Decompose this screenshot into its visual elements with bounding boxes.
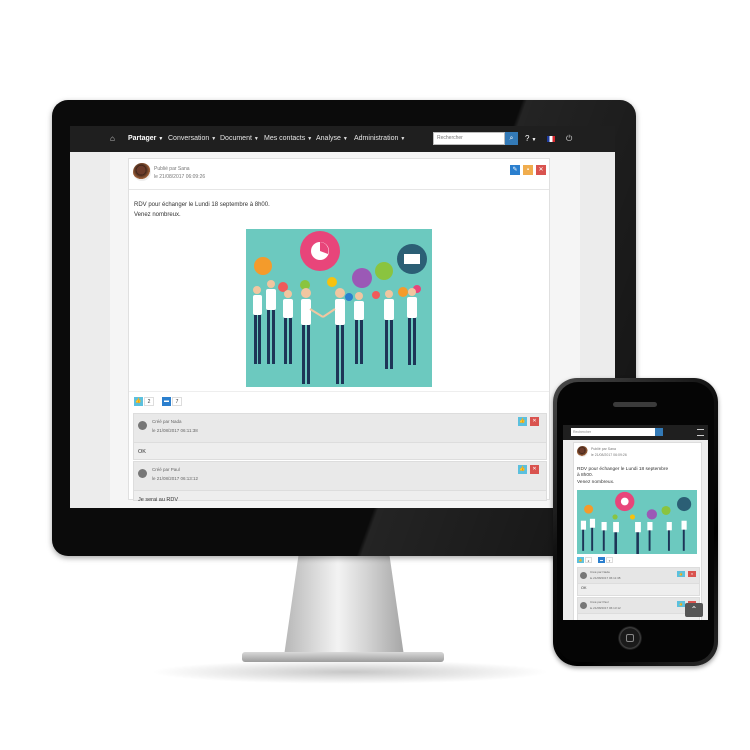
comment-author: Créé par Nada bbox=[152, 419, 182, 424]
nav-administration[interactable]: Administration ▼ bbox=[354, 135, 405, 142]
comment-item: Créé par Nada le 21/08/2017 06:11:38 👍 ✕… bbox=[133, 413, 547, 460]
post-card: Publié par Sana le 21/08/2017 06:09:26 ✎… bbox=[128, 158, 550, 503]
post-text: RDV pour échanger le Lundi 18 septembre … bbox=[134, 202, 270, 218]
mobile-comment-item: Créé par Paul le 21/08/2017 06:13:12 👍 ✕ bbox=[577, 597, 700, 620]
close-icon: ✕ bbox=[690, 572, 694, 576]
comment-button[interactable]: ▬ bbox=[598, 557, 605, 563]
help-icon[interactable]: ? ▼ bbox=[525, 134, 536, 143]
nav-partager[interactable]: Partager ▼ bbox=[128, 135, 163, 142]
mobile-search-input[interactable]: Rechercher bbox=[571, 428, 655, 436]
edit-button[interactable]: ✎ bbox=[510, 165, 520, 175]
avatar bbox=[138, 421, 147, 430]
chevron-up-icon: ⌃ bbox=[690, 605, 698, 614]
home-square-icon bbox=[626, 634, 634, 642]
like-count: 2 bbox=[144, 397, 154, 406]
comment-text: OK bbox=[581, 586, 587, 590]
post-illustration bbox=[246, 229, 432, 387]
french-flag-icon[interactable] bbox=[547, 136, 555, 142]
post-header: Publié par Sana le 21/08/2017 06:09:26 ✎… bbox=[129, 159, 549, 190]
thumbs-up-icon: 👍 bbox=[135, 398, 142, 404]
mobile-navbar: Rechercher bbox=[563, 425, 708, 440]
like-comment-button[interactable]: 👍 bbox=[677, 601, 685, 607]
like-comment-button[interactable]: 👍 bbox=[518, 417, 527, 426]
mobile-post-card: Publié par Sana le 21/08/2017 06:09:26 R… bbox=[573, 442, 702, 620]
scroll-to-top-button[interactable]: ⌃ bbox=[685, 603, 703, 617]
pencil-icon: ✎ bbox=[512, 167, 518, 173]
comment-button[interactable]: ▬ bbox=[162, 397, 171, 406]
nav-analyse[interactable]: Analyse ▼ bbox=[316, 135, 348, 142]
mobile-post-text: RDV pour échanger le Lundi 18 septembre … bbox=[577, 467, 669, 485]
comment-count: 7 bbox=[172, 397, 182, 406]
comment-icon: ▬ bbox=[164, 398, 169, 404]
nav-document[interactable]: Document ▼ bbox=[220, 135, 259, 142]
delete-comment-button[interactable]: ✕ bbox=[530, 465, 539, 474]
close-icon: ✕ bbox=[532, 466, 537, 472]
home-icon[interactable]: ⌂ bbox=[110, 134, 119, 143]
avatar bbox=[580, 602, 587, 609]
mobile-comment-item: Créé par Nada le 21/08/2017 06:11:38 👍 ✕… bbox=[577, 567, 700, 596]
search-icon[interactable] bbox=[655, 428, 663, 436]
like-button[interactable]: 👍 bbox=[134, 397, 143, 406]
post-date: le 21/08/2017 06:09:26 bbox=[154, 174, 206, 180]
nav-mes-contacts[interactable]: Mes contacts ▼ bbox=[264, 135, 312, 142]
top-navbar: ⌂ Partager ▼ Conversation ▼ Document ▼ Mes … bbox=[70, 126, 615, 152]
comment-count: 7 bbox=[606, 557, 613, 563]
mobile-post-date: le 21/08/2017 06:09:26 bbox=[591, 453, 627, 457]
monitor-stand-neck bbox=[284, 556, 404, 656]
thumbs-up-icon: 👍 bbox=[679, 572, 683, 576]
desktop-screen: ⌂ Partager ▼ Conversation ▼ Document ▼ Mes … bbox=[70, 126, 615, 508]
comment-item: Créé par Paul le 21/08/2017 06:13:12 👍 ✕… bbox=[133, 461, 547, 503]
thumbs-up-icon: 👍 bbox=[519, 466, 526, 472]
search-input[interactable]: Rechercher bbox=[433, 132, 505, 145]
comment-author: Créé par Paul bbox=[590, 600, 609, 604]
comment-author: Créé par Paul bbox=[152, 467, 180, 472]
like-button[interactable]: 👍 bbox=[577, 557, 584, 563]
monitor-stand-base bbox=[242, 652, 444, 662]
comment-date: le 21/08/2017 06:13:12 bbox=[590, 606, 621, 610]
avatar bbox=[577, 446, 588, 457]
content-column: Publié par Sana le 21/08/2017 06:09:26 ✎… bbox=[110, 152, 580, 508]
thumbs-up-icon: 👍 bbox=[578, 558, 583, 562]
thumbs-up-icon: 👍 bbox=[679, 602, 683, 606]
avatar bbox=[580, 572, 587, 579]
comment-text: OK bbox=[138, 449, 146, 455]
avatar bbox=[133, 163, 151, 181]
post-author: Publié par Sana bbox=[154, 166, 190, 172]
delete-comment-button[interactable]: ✕ bbox=[530, 417, 539, 426]
comment-icon: ▬ bbox=[600, 558, 603, 562]
phone-speaker bbox=[613, 402, 657, 407]
hamburger-menu-icon[interactable] bbox=[697, 429, 704, 436]
delete-button[interactable]: ✕ bbox=[536, 165, 546, 175]
mobile-screen: Rechercher Publié par Sana le 21/08/2017… bbox=[563, 425, 708, 620]
nav-conversation[interactable]: Conversation ▼ bbox=[168, 135, 216, 142]
close-icon: ✕ bbox=[538, 167, 544, 173]
mobile-post-illustration bbox=[577, 490, 697, 554]
lock-button[interactable]: ▪ bbox=[523, 165, 533, 175]
comment-date: le 21/08/2017 06:11:38 bbox=[152, 428, 198, 433]
power-icon[interactable]: ⏻ bbox=[566, 134, 572, 144]
delete-comment-button[interactable]: ✕ bbox=[688, 571, 696, 577]
comment-date: le 21/08/2017 06:13:12 bbox=[152, 476, 199, 481]
like-comment-button[interactable]: 👍 bbox=[677, 571, 685, 577]
close-icon: ✕ bbox=[532, 418, 537, 424]
like-count: 2 bbox=[585, 557, 592, 563]
avatar bbox=[138, 469, 147, 478]
thumbs-up-icon: 👍 bbox=[519, 418, 526, 424]
monitor-shadow bbox=[150, 660, 550, 684]
like-comment-button[interactable]: 👍 bbox=[518, 465, 527, 474]
search-icon[interactable]: ⌕ bbox=[505, 132, 518, 145]
mobile-post-author: Publié par Sana bbox=[591, 447, 616, 451]
comment-author: Créé par Nada bbox=[590, 570, 610, 574]
comment-text: Je serai au RDV bbox=[138, 497, 179, 503]
comment-date: le 21/08/2017 06:11:38 bbox=[590, 576, 621, 580]
lock-icon: ▪ bbox=[526, 167, 530, 173]
